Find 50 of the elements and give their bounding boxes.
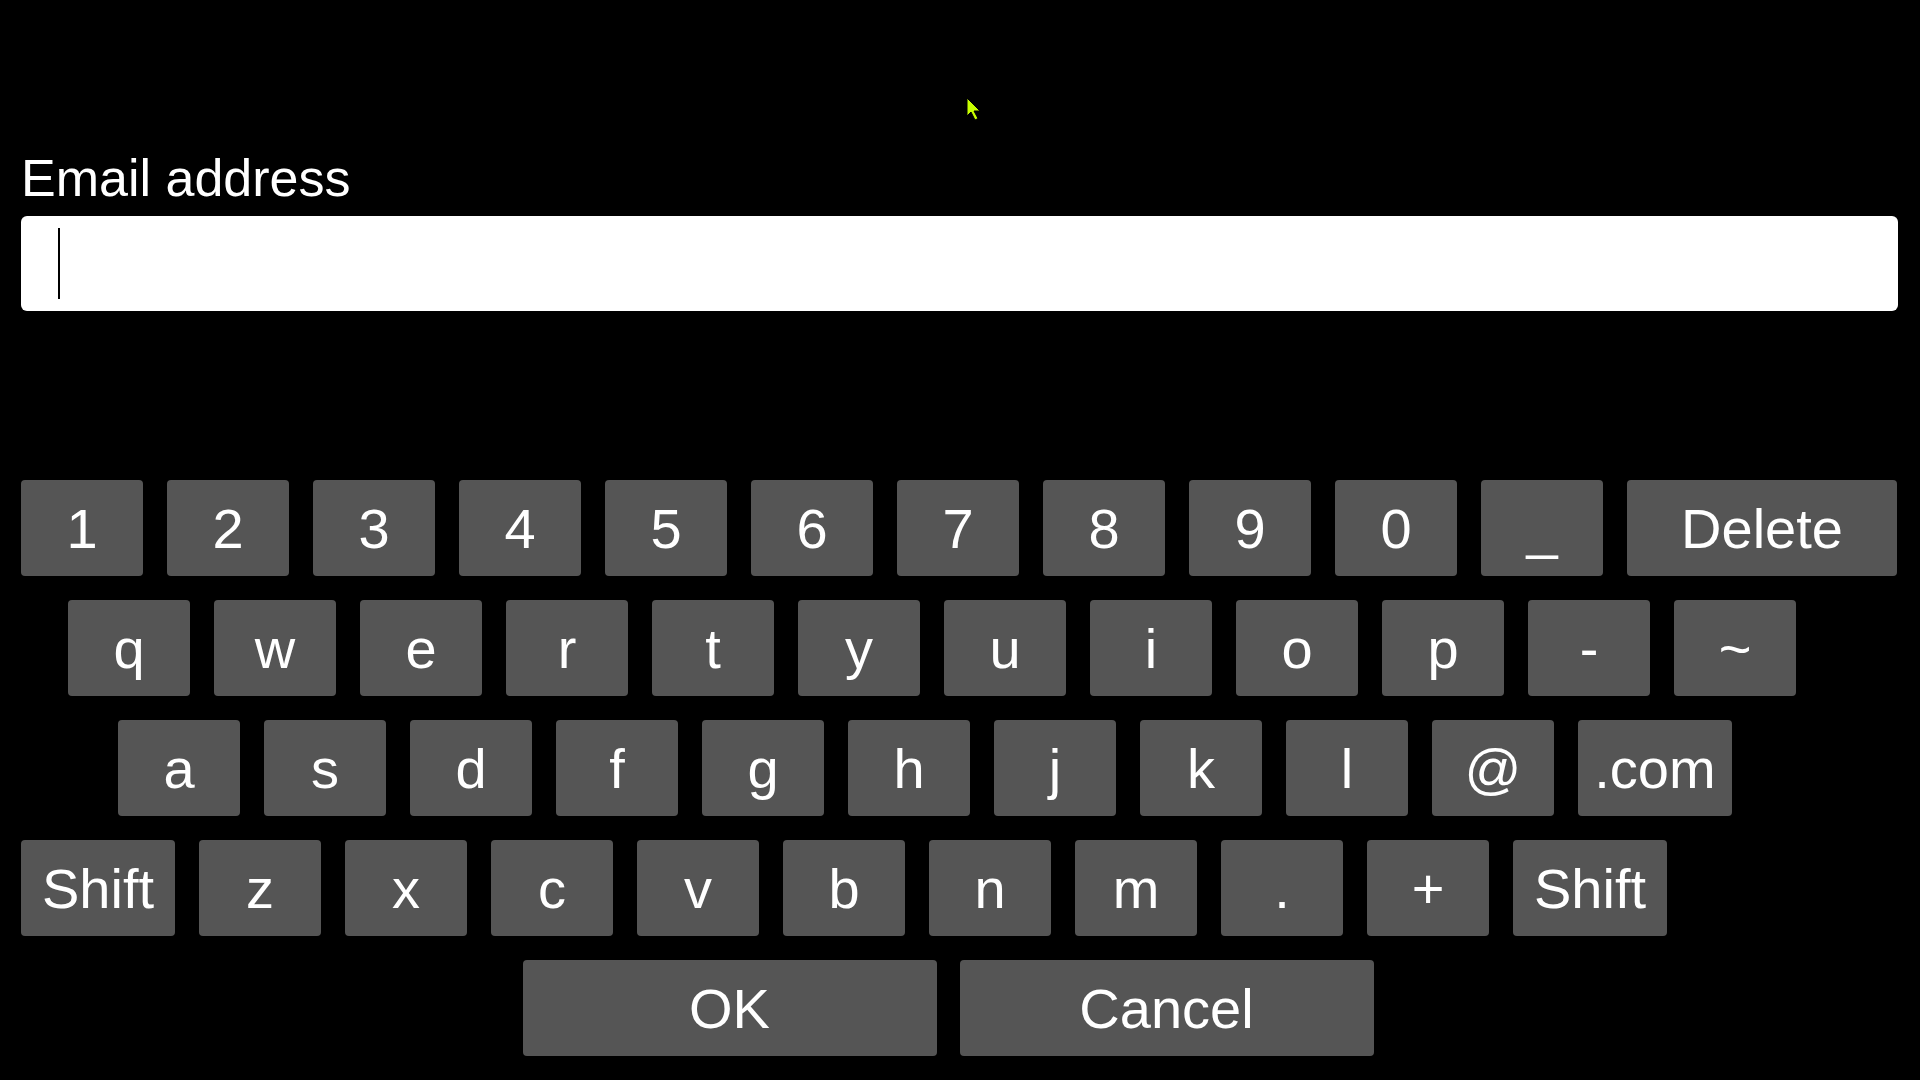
- keyboard-key[interactable]: .: [1221, 840, 1343, 936]
- keyboard-key[interactable]: 4: [459, 480, 581, 576]
- keyboard-key[interactable]: w: [214, 600, 336, 696]
- keyboard-key[interactable]: z: [199, 840, 321, 936]
- keyboard-key[interactable]: ~: [1674, 600, 1796, 696]
- keyboard-key[interactable]: -: [1528, 600, 1650, 696]
- keyboard-key[interactable]: Shift: [21, 840, 175, 936]
- keyboard-key[interactable]: 9: [1189, 480, 1311, 576]
- keyboard-key[interactable]: h: [848, 720, 970, 816]
- input-field[interactable]: [21, 216, 1898, 311]
- keyboard-key[interactable]: Delete: [1627, 480, 1897, 576]
- keyboard-key[interactable]: 7: [897, 480, 1019, 576]
- keyboard-key[interactable]: i: [1090, 600, 1212, 696]
- keyboard-key[interactable]: q: [68, 600, 190, 696]
- keyboard-key[interactable]: a: [118, 720, 240, 816]
- keyboard-key[interactable]: j: [994, 720, 1116, 816]
- keyboard-key[interactable]: r: [506, 600, 628, 696]
- keyboard-key[interactable]: 2: [167, 480, 289, 576]
- keyboard-key[interactable]: 6: [751, 480, 873, 576]
- keyboard-key[interactable]: o: [1236, 600, 1358, 696]
- keyboard-key[interactable]: g: [702, 720, 824, 816]
- field-label: Email address: [21, 148, 352, 208]
- keyboard-key[interactable]: y: [798, 600, 920, 696]
- keyboard-key[interactable]: 5: [605, 480, 727, 576]
- keyboard-key[interactable]: s: [264, 720, 386, 816]
- keyboard-key[interactable]: b: [783, 840, 905, 936]
- keyboard-key[interactable]: _: [1481, 480, 1603, 576]
- keyboard-key[interactable]: v: [637, 840, 759, 936]
- keyboard-key[interactable]: n: [929, 840, 1051, 936]
- keyboard-key[interactable]: @: [1432, 720, 1554, 816]
- keyboard-key[interactable]: +: [1367, 840, 1489, 936]
- keyboard-key[interactable]: 0: [1335, 480, 1457, 576]
- keyboard-key[interactable]: c: [491, 840, 613, 936]
- keyboard-key[interactable]: e: [360, 600, 482, 696]
- keyboard-key[interactable]: l: [1286, 720, 1408, 816]
- keyboard-key[interactable]: d: [410, 720, 532, 816]
- cancel-button[interactable]: Cancel: [959, 960, 1374, 1056]
- keyboard-key[interactable]: 1: [21, 480, 143, 576]
- keyboard-key[interactable]: 3: [313, 480, 435, 576]
- keyboard-key[interactable]: t: [652, 600, 774, 696]
- keyboard-key[interactable]: Shift: [1513, 840, 1667, 936]
- keyboard-key[interactable]: k: [1140, 720, 1262, 816]
- keyboard-key[interactable]: m: [1075, 840, 1197, 936]
- keyboard-key[interactable]: 8: [1043, 480, 1165, 576]
- keyboard-key[interactable]: u: [944, 600, 1066, 696]
- keyboard-key[interactable]: .com: [1578, 720, 1732, 816]
- keyboard-key[interactable]: p: [1382, 600, 1504, 696]
- keyboard-key[interactable]: x: [345, 840, 467, 936]
- keyboard-key[interactable]: f: [556, 720, 678, 816]
- ok-button[interactable]: OK: [522, 960, 937, 1056]
